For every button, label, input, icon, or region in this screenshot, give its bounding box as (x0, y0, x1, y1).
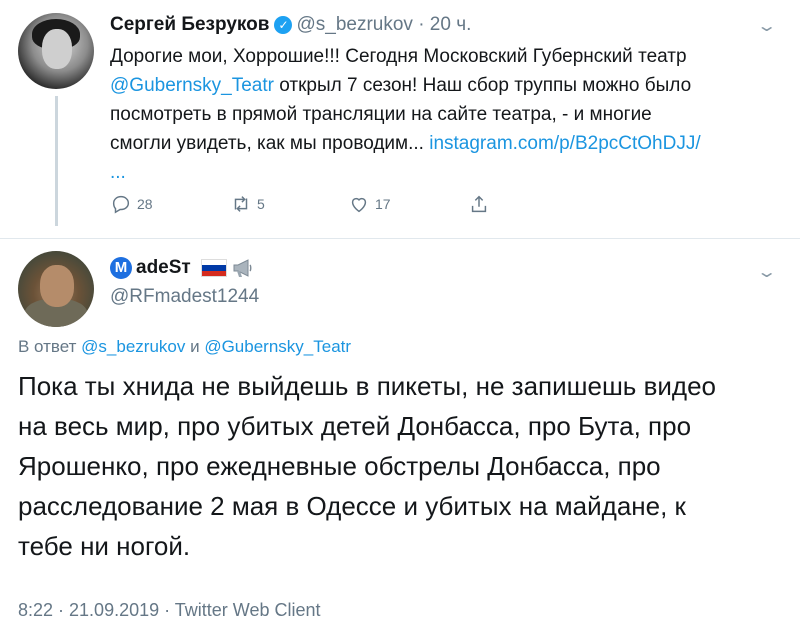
mention-link[interactable]: @Gubernsky_Teatr (204, 337, 351, 356)
instagram-link[interactable]: instagram.com/p/B2pcCtOhDJJ/ (429, 133, 700, 154)
reply-icon (112, 195, 130, 214)
tweet-timestamp[interactable]: 8:22 · 21.09.2019 · Twitter Web Client (18, 600, 321, 621)
share-button[interactable] (468, 193, 490, 215)
more-link[interactable]: ... (110, 162, 126, 183)
author-handle[interactable]: @RFmadest1244 (110, 286, 259, 308)
author-handle[interactable]: @s_bezrukov (296, 14, 412, 35)
tweet-text: Пока ты хнида не выйдешь в пикеты, не за… (18, 371, 717, 561)
like-button[interactable]: 17 (348, 193, 391, 215)
tweet-actions: 28 5 17 (110, 193, 530, 217)
tweet-header: Сергей Безруков ✓ @s_bezrukov · 20 ч. (110, 14, 471, 36)
author-name-row[interactable]: MadeSт (110, 257, 255, 279)
divider (0, 238, 800, 239)
russia-flag-icon (200, 259, 227, 277)
verified-icon: ✓ (274, 16, 293, 34)
reply-count: 28 (137, 196, 153, 212)
retweet-icon (234, 196, 248, 212)
retweet-count: 5 (257, 196, 265, 212)
mention-link[interactable]: @s_bezrukov (81, 337, 185, 356)
avatar[interactable] (18, 251, 94, 327)
thread-line (55, 96, 58, 226)
retweet-button[interactable]: 5 (230, 193, 265, 215)
mention-link[interactable]: @Gubernsky_Teatr (110, 75, 274, 96)
tweet-text: Дорогие мои, Хоррошие!!! Сегодня Московс… (110, 46, 701, 183)
chevron-down-icon[interactable]: ⌄ (756, 16, 777, 36)
tweet-time[interactable]: · 20 ч. (418, 14, 471, 35)
heart-icon (351, 197, 367, 213)
author-name: adeSт (136, 257, 191, 278)
avatar[interactable] (18, 13, 94, 89)
like-count: 17 (375, 196, 391, 212)
m-logo-icon: M (110, 257, 132, 279)
chevron-down-icon[interactable]: ⌄ (756, 262, 777, 282)
reply-button[interactable]: 28 (110, 193, 153, 215)
author-name[interactable]: Сергей Безруков (110, 14, 269, 35)
share-icon (471, 195, 487, 213)
megaphone-icon (233, 259, 252, 277)
reply-context: В ответ @s_bezrukov и @Gubernsky_Teatr (18, 337, 352, 356)
